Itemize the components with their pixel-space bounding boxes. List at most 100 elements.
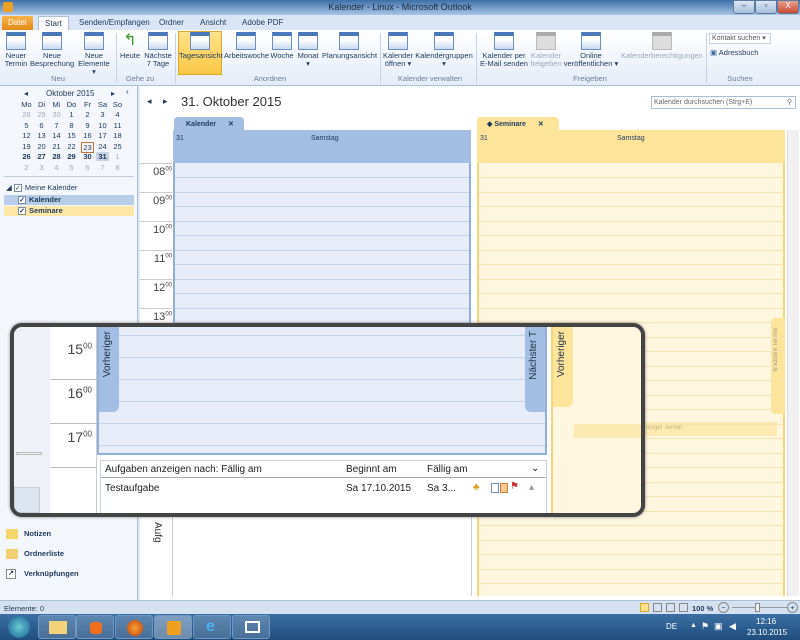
- search-icon[interactable]: ⚲: [787, 98, 792, 106]
- sort-label[interactable]: Aufgaben anzeigen nach: Fällig am: [105, 464, 262, 475]
- action-center-flag-icon[interactable]: ⚑: [701, 621, 709, 632]
- minical-day[interactable]: 20: [35, 142, 48, 151]
- minical-day[interactable]: 15: [65, 131, 78, 140]
- minical-day[interactable]: 28: [20, 110, 33, 119]
- collapse-nav-icon[interactable]: ‹: [126, 87, 129, 96]
- tray-expand-icon[interactable]: ▲: [690, 622, 697, 629]
- column-start[interactable]: Beginnt am: [346, 464, 397, 475]
- nav-notizen[interactable]: Notizen: [6, 529, 51, 540]
- minical-day[interactable]: 5: [65, 163, 78, 172]
- tab-senden-empfangen[interactable]: Senden/Empfangen: [73, 16, 156, 30]
- taskbar-explorer[interactable]: [38, 615, 76, 639]
- nav-ordnerliste[interactable]: Ordnerliste: [6, 549, 64, 560]
- minical-day[interactable]: 10: [96, 121, 109, 130]
- category-icon[interactable]: [500, 483, 508, 493]
- tab-ordner[interactable]: Ordner: [153, 16, 190, 30]
- clock-time[interactable]: 12:16: [756, 617, 776, 626]
- tab-kalender[interactable]: Kalender ✕: [174, 117, 244, 130]
- minical-prev[interactable]: ◂: [24, 89, 28, 98]
- minical-day[interactable]: 29: [35, 110, 48, 119]
- mag-prev-tab[interactable]: Vorheriger: [99, 327, 119, 412]
- minical-day[interactable]: 12: [20, 131, 33, 140]
- minical-next[interactable]: ▸: [111, 89, 115, 98]
- checkbox-icon[interactable]: ✓: [18, 207, 26, 216]
- tab-seminare[interactable]: ◆ Seminare ✕: [477, 117, 559, 130]
- minical-day[interactable]: 1: [111, 152, 124, 161]
- calendar-groups-button[interactable]: Kalendergruppen ▾: [415, 32, 473, 68]
- minical-day[interactable]: 25: [111, 142, 124, 151]
- new-appointment-button[interactable]: Neuer Termin: [3, 32, 29, 68]
- minical-day[interactable]: 3: [96, 110, 109, 119]
- taskbar-media-player[interactable]: [76, 615, 114, 639]
- minical-day[interactable]: 16: [81, 131, 94, 140]
- minical-day[interactable]: 2: [20, 163, 33, 172]
- minical-day[interactable]: 4: [111, 110, 124, 119]
- column-due[interactable]: Fällig am: [427, 464, 468, 475]
- minical-day[interactable]: 1: [65, 110, 78, 119]
- checkbox-icon[interactable]: ✓: [13, 184, 22, 193]
- close-button[interactable]: X: [777, 0, 799, 14]
- minical-day[interactable]: 21: [50, 142, 63, 151]
- email-calendar-button[interactable]: Kalender per E-Mail senden: [479, 32, 529, 68]
- minical-day[interactable]: 27: [35, 152, 48, 161]
- checkbox-icon[interactable]: ✓: [18, 196, 26, 205]
- minical-day[interactable]: 7: [96, 163, 109, 172]
- day-grid-kalender[interactable]: [173, 163, 471, 323]
- tab-ansicht[interactable]: Ansicht: [194, 16, 232, 30]
- minical-day[interactable]: 30: [50, 110, 63, 119]
- minical-day[interactable]: 6: [81, 163, 94, 172]
- mag-next-tab[interactable]: Nächster T: [525, 327, 545, 412]
- taskbar-outlook[interactable]: [154, 615, 192, 639]
- minical-day[interactable]: 11: [111, 121, 124, 130]
- category-icon[interactable]: [491, 483, 499, 493]
- minical-day[interactable]: 30: [81, 152, 94, 161]
- maximize-button[interactable]: ▫: [755, 0, 777, 14]
- zoom-in-button[interactable]: +: [787, 602, 798, 613]
- start-button[interactable]: [8, 616, 30, 638]
- language-indicator[interactable]: DE: [666, 622, 677, 631]
- minical-day[interactable]: 22: [65, 142, 78, 151]
- month-button[interactable]: Monat ▾: [296, 32, 320, 68]
- close-icon[interactable]: ✕: [228, 121, 234, 128]
- minical-day[interactable]: 18: [111, 131, 124, 140]
- chevron-down-icon[interactable]: ⌄: [531, 463, 539, 474]
- minical-day[interactable]: 6: [35, 121, 48, 130]
- volume-icon[interactable]: ◀: [729, 621, 736, 632]
- day-view-button[interactable]: Tagesansicht: [178, 31, 223, 75]
- flag-icon[interactable]: ⚑: [510, 481, 519, 492]
- open-calendar-button[interactable]: Kalender öffnen ▾: [382, 32, 414, 68]
- schedule-view-button[interactable]: Planungsansicht: [322, 32, 377, 60]
- minical-day[interactable]: 8: [65, 121, 78, 130]
- arrow-left-icon[interactable]: ◆: [487, 121, 492, 128]
- minical-day[interactable]: 28: [50, 152, 63, 161]
- zoom-slider-thumb[interactable]: [755, 603, 760, 612]
- contact-search-input[interactable]: Kontakt suchen ▾: [709, 33, 771, 44]
- reading-view-icon[interactable]: [653, 603, 662, 612]
- work-week-button[interactable]: Arbeitswoche: [224, 32, 269, 60]
- minical-day[interactable]: 19: [20, 142, 33, 151]
- vertical-scrollbar[interactable]: [787, 130, 799, 596]
- calendar-item-kalender[interactable]: ✓ Kalender: [4, 195, 134, 205]
- prev-day-button[interactable]: ◂: [147, 96, 152, 107]
- scroll-up-icon[interactable]: ▴: [529, 482, 534, 493]
- minical-day[interactable]: 5: [20, 121, 33, 130]
- calendar-view-icon[interactable]: [679, 603, 688, 612]
- tab-adobe-pdf[interactable]: Adobe PDF: [236, 16, 289, 30]
- grid-view-icon[interactable]: [666, 603, 675, 612]
- network-icon[interactable]: ▣: [714, 621, 723, 632]
- minical-day[interactable]: 8: [111, 163, 124, 172]
- minical-day[interactable]: 17: [96, 131, 109, 140]
- minical-day[interactable]: 26: [20, 152, 33, 161]
- today-button[interactable]: ↰ Heute: [119, 32, 141, 60]
- minical-day[interactable]: 7: [50, 121, 63, 130]
- calendar-search-input[interactable]: Kalender durchsuchen (Strg+E) ⚲: [651, 96, 796, 109]
- mag-day-grid[interactable]: [97, 327, 547, 455]
- minical-day[interactable]: 2: [81, 110, 94, 119]
- task-row[interactable]: Testaufgabe Sa 17.10.2015 Sa 3... ♣ ⚑ ▴: [101, 480, 546, 496]
- calendar-permissions-button[interactable]: Kalenderberechtigungen: [620, 32, 704, 60]
- taskbar-ie[interactable]: e: [193, 615, 231, 639]
- normal-view-icon[interactable]: [640, 603, 649, 612]
- taskbar-firefox[interactable]: [115, 615, 153, 639]
- minical-day[interactable]: 3: [35, 163, 48, 172]
- new-meeting-button[interactable]: Neue Besprechung: [30, 32, 74, 68]
